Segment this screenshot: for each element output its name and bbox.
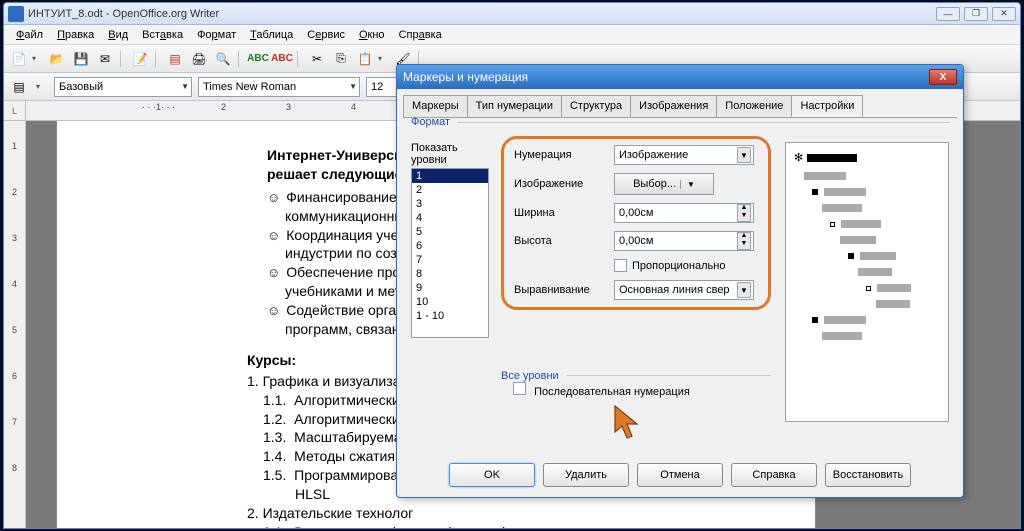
open-icon[interactable]: 📂 bbox=[46, 48, 68, 70]
level-item[interactable]: 6 bbox=[412, 239, 488, 253]
numbering-select[interactable]: Изображение▼ bbox=[614, 145, 754, 165]
tab-markers[interactable]: Маркеры bbox=[403, 95, 468, 117]
paste-icon[interactable]: 📋 bbox=[354, 48, 376, 70]
preview-icon[interactable]: 🔍 bbox=[212, 48, 234, 70]
dialog-title: Маркеры и нумерация bbox=[403, 70, 929, 84]
spellcheck-icon[interactable]: ABC bbox=[247, 48, 269, 70]
level-item[interactable]: 1 - 10 bbox=[412, 309, 488, 323]
consecutive-checkbox[interactable] bbox=[513, 382, 526, 395]
autospell-icon[interactable]: ABC bbox=[271, 48, 293, 70]
menu-file[interactable]: Файл bbox=[10, 27, 49, 43]
help-button[interactable]: Справка bbox=[731, 463, 817, 487]
save-icon[interactable]: 💾 bbox=[70, 48, 92, 70]
menu-view[interactable]: Вид bbox=[102, 27, 134, 43]
proportional-label: Пропорционально bbox=[632, 260, 725, 272]
preview-pane bbox=[785, 142, 949, 422]
menubar: Файл Правка Вид Вставка Формат Таблица С… bbox=[4, 25, 1020, 45]
level-item[interactable]: 10 bbox=[412, 295, 488, 309]
consecutive-label: Последовательная нумерация bbox=[534, 386, 690, 398]
new-doc-icon[interactable]: 📄 bbox=[8, 48, 30, 70]
app-icon bbox=[8, 6, 24, 22]
image-select-button[interactable]: Выбор...▼ bbox=[614, 173, 714, 195]
numbering-label: Нумерация bbox=[514, 149, 614, 161]
titlebar: ИНТУИТ_8.odt - OpenOffice.org Writer — ❐… bbox=[4, 3, 1020, 25]
all-levels-label: Все уровни bbox=[501, 370, 559, 382]
height-label: Высота bbox=[514, 235, 614, 247]
proportional-checkbox[interactable] bbox=[614, 259, 627, 272]
styles-icon[interactable]: ▤ bbox=[8, 76, 30, 98]
menu-window[interactable]: Окно bbox=[353, 27, 391, 43]
menu-format[interactable]: Формат bbox=[191, 27, 242, 43]
cut-icon[interactable]: ✂ bbox=[306, 48, 328, 70]
highlighted-options: Нумерация Изображение▼ Изображение Выбор… bbox=[501, 136, 771, 310]
level-item[interactable]: 7 bbox=[412, 253, 488, 267]
level-item[interactable]: 9 bbox=[412, 281, 488, 295]
tab-graphics[interactable]: Изображения bbox=[630, 95, 717, 117]
level-item[interactable]: 3 bbox=[412, 197, 488, 211]
menu-edit[interactable]: Правка bbox=[51, 27, 100, 43]
alignment-select[interactable]: Основная линия свер▼ bbox=[614, 280, 754, 300]
image-label: Изображение bbox=[514, 178, 614, 190]
window-title: ИНТУИТ_8.odt - OpenOffice.org Writer bbox=[28, 8, 936, 20]
print-icon[interactable]: 🖨 bbox=[188, 48, 210, 70]
menu-insert[interactable]: Вставка bbox=[136, 27, 189, 43]
minimize-button[interactable]: — bbox=[936, 7, 960, 21]
dialog-close-icon[interactable]: X bbox=[929, 69, 957, 85]
level-item[interactable]: 2 bbox=[412, 183, 488, 197]
levels-label: Показать уровни bbox=[411, 142, 489, 166]
width-spinner[interactable]: 0,00см▲▼ bbox=[614, 203, 754, 223]
height-spinner[interactable]: 0,00см▲▼ bbox=[614, 231, 754, 251]
edit-icon[interactable]: 📝 bbox=[129, 48, 151, 70]
mail-icon[interactable]: ✉ bbox=[94, 48, 116, 70]
dialog-titlebar[interactable]: Маркеры и нумерация X bbox=[397, 65, 963, 89]
maximize-button[interactable]: ❐ bbox=[964, 7, 988, 21]
ok-button[interactable]: OK bbox=[449, 463, 535, 487]
style-combo[interactable]: Базовый▼ bbox=[54, 77, 192, 97]
tab-numbering-type[interactable]: Тип нумерации bbox=[467, 95, 562, 117]
cancel-button[interactable]: Отмена bbox=[637, 463, 723, 487]
levels-listbox[interactable]: 1 2 3 4 5 6 7 8 9 10 1 - 10 bbox=[411, 168, 489, 338]
menu-table[interactable]: Таблица bbox=[244, 27, 299, 43]
bullets-numbering-dialog: Маркеры и нумерация X Маркеры Тип нумера… bbox=[396, 64, 964, 498]
pdf-icon[interactable]: ▤ bbox=[164, 48, 186, 70]
menu-tools[interactable]: Сервис bbox=[301, 27, 351, 43]
close-button[interactable]: ✕ bbox=[992, 7, 1016, 21]
font-combo[interactable]: Times New Roman▼ bbox=[198, 77, 360, 97]
tab-position[interactable]: Положение bbox=[716, 95, 792, 117]
ruler-vertical: 12345678 bbox=[4, 121, 26, 528]
tab-settings[interactable]: Настройки bbox=[791, 95, 863, 117]
menu-help[interactable]: Справка bbox=[393, 27, 448, 43]
width-label: Ширина bbox=[514, 207, 614, 219]
level-item[interactable]: 8 bbox=[412, 267, 488, 281]
alignment-label: Выравнивание bbox=[514, 284, 614, 296]
level-item[interactable]: 5 bbox=[412, 225, 488, 239]
format-label: Формат bbox=[411, 116, 450, 128]
dialog-buttons: OK Удалить Отмена Справка Восстановить bbox=[397, 463, 963, 487]
tab-outline[interactable]: Структура bbox=[561, 95, 631, 117]
delete-button[interactable]: Удалить bbox=[543, 463, 629, 487]
dialog-tabs: Маркеры Тип нумерации Структура Изображе… bbox=[397, 89, 963, 117]
copy-icon[interactable]: ⎘ bbox=[330, 48, 352, 70]
level-item[interactable]: 4 bbox=[412, 211, 488, 225]
level-item[interactable]: 1 bbox=[412, 169, 488, 183]
reset-button[interactable]: Восстановить bbox=[825, 463, 911, 487]
